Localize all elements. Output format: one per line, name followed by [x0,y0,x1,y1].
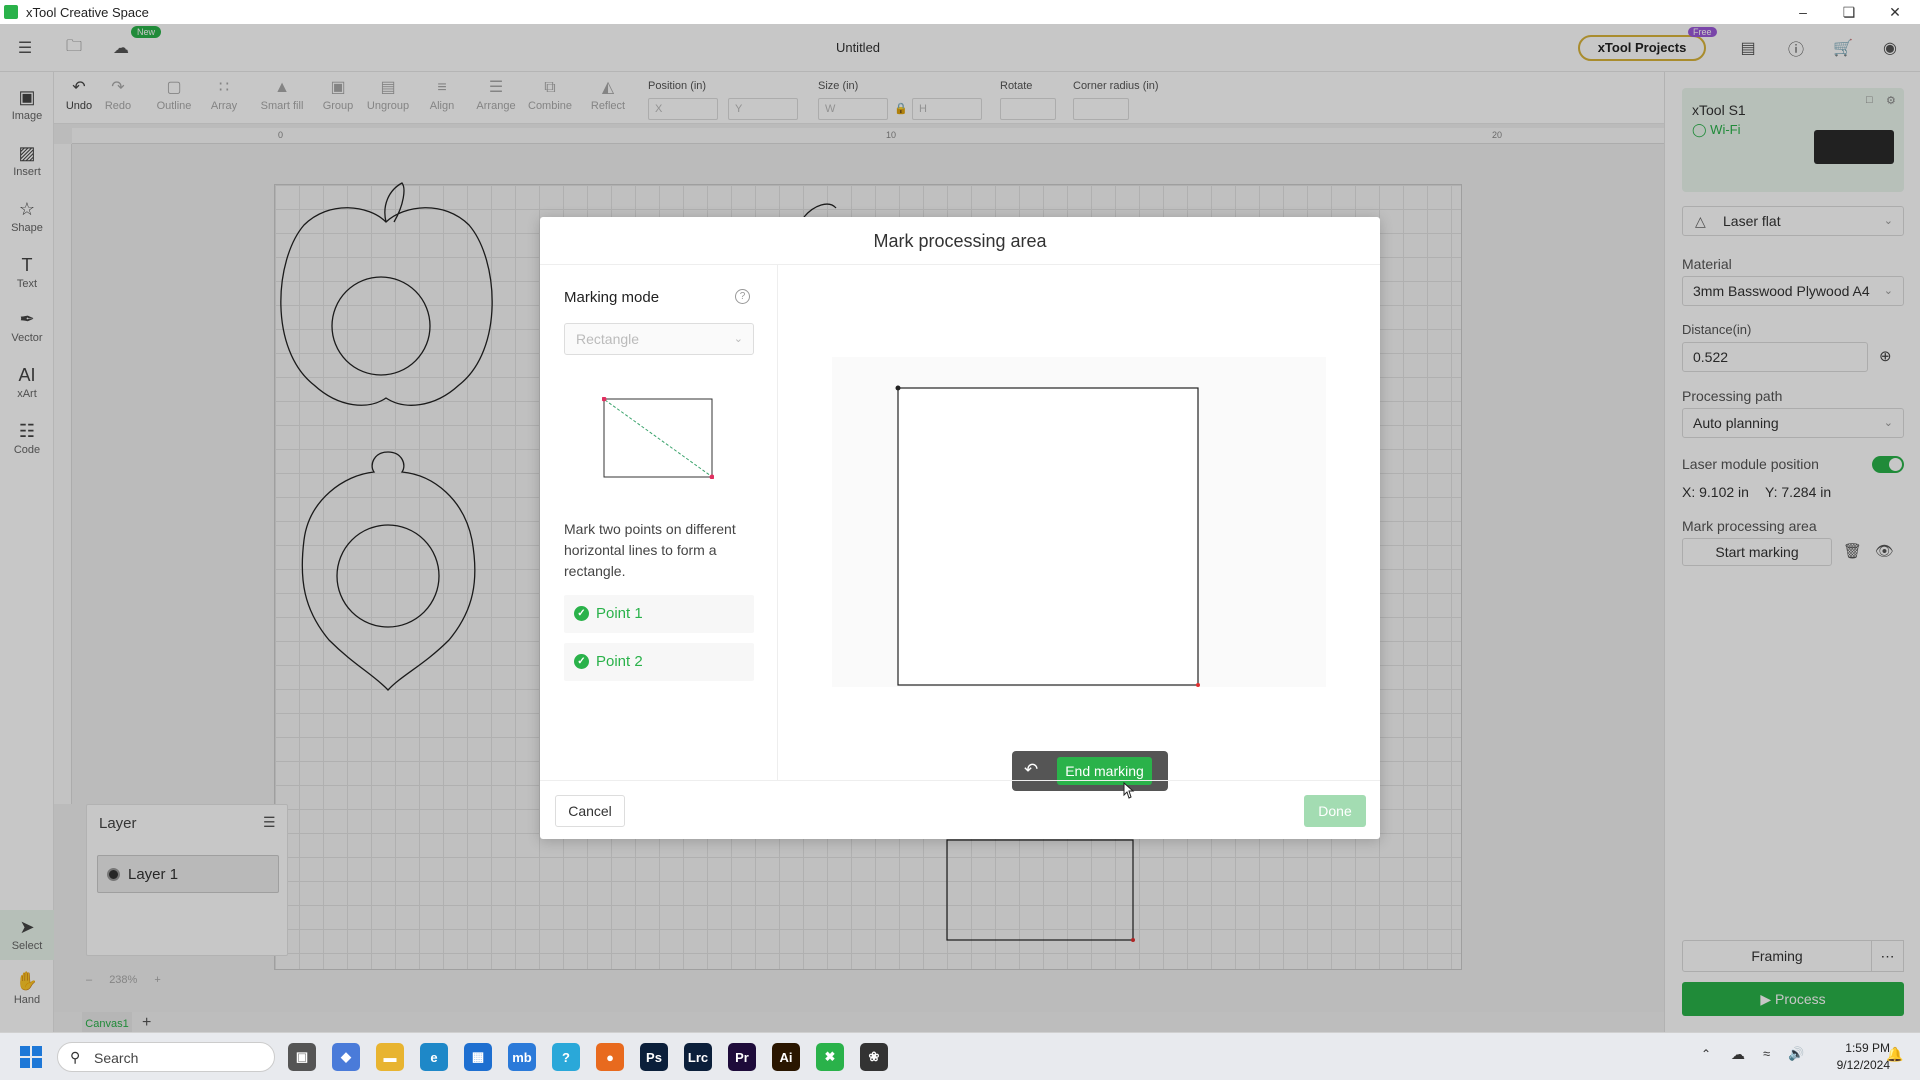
taskbar-illustrator-icon[interactable]: Ai [772,1043,800,1071]
clock-time[interactable]: 1:59 PM [1832,1041,1890,1055]
title-bar: xTool Creative Space – ❏ ✕ [0,0,1920,24]
wifi-icon[interactable]: ≈ [1763,1046,1770,1061]
taskbar-xtool-icon[interactable]: ✖ [816,1043,844,1071]
done-button[interactable]: Done [1304,795,1366,827]
taskbar-lightroom-classic-icon[interactable]: Lrc [684,1043,712,1071]
taskbar-task-view-icon[interactable]: ▣ [288,1043,316,1071]
notification-bell-icon[interactable]: 🔔 [1886,1046,1903,1063]
undo-point-icon[interactable]: ↶ [1024,760,1038,780]
preview-area[interactable] [832,357,1326,687]
taskbar-chatgpt-icon[interactable]: ❀ [860,1043,888,1071]
taskbar-store-icon[interactable]: ▦ [464,1043,492,1071]
search-placeholder: Search [94,1050,138,1066]
preview-rectangle [832,357,1326,687]
maximize-button[interactable]: ❏ [1826,0,1872,24]
taskbar-copilot-icon[interactable]: ◆ [332,1043,360,1071]
taskbar-file-explorer-icon[interactable]: ▬ [376,1043,404,1071]
taskbar: ⚲ Search ▣ ◆ ▬ e ▦ mb? ● Ps Lrc Pr Ai ✖ ❀ ⌃ ☁ ≈ 🔊 1:… [0,1032,1920,1080]
dialog-left-panel: Marking mode ? Rectangle ⌄ Mark two poin… [540,265,778,780]
xtool-logo-icon [4,5,18,19]
chevron-up-icon[interactable]: ⌃ [1701,1047,1711,1061]
cancel-button[interactable]: Cancel [555,795,625,827]
taskbar-app-blue-icon[interactable]: mb [508,1043,536,1071]
taskbar-app-help-icon[interactable]: ? [552,1043,580,1071]
point-1-row: ✓ Point 1 [564,595,754,633]
taskbar-edge-icon[interactable]: e [420,1043,448,1071]
taskbar-premiere-icon[interactable]: Pr [728,1043,756,1071]
dialog-title: Mark processing area [540,217,1380,265]
mark-processing-area-dialog: Mark processing area Marking mode ? Rect… [540,217,1380,839]
taskbar-photoshop-icon[interactable]: Ps [640,1043,668,1071]
minimize-button[interactable]: – [1780,0,1826,24]
marking-mode-select[interactable]: Rectangle ⌄ [564,323,754,355]
dialog-preview-panel: ↶ End marking [778,265,1380,780]
check-circle-icon: ✓ [574,606,589,621]
taskbar-firefox-icon[interactable]: ● [596,1043,624,1071]
rectangle-mode-illustration [602,397,714,479]
point-1-label: Point 1 [596,605,643,622]
point-2-label: Point 2 [596,653,643,670]
check-circle-icon: ✓ [574,654,589,669]
marking-mode-label: Marking mode [564,289,659,306]
volume-icon[interactable]: 🔊 [1788,1046,1804,1062]
clock-date[interactable]: 9/12/2024 [1832,1058,1890,1072]
dialog-footer: Cancel Done [540,780,1380,839]
onedrive-icon[interactable]: ☁ [1731,1046,1745,1063]
windows-start-icon[interactable] [20,1046,42,1068]
help-icon[interactable]: ? [735,289,750,304]
taskbar-search[interactable]: ⚲ Search [57,1042,275,1072]
search-icon: ⚲ [70,1049,80,1066]
app-title: xTool Creative Space [26,5,149,20]
marking-instruction: Mark two points on different horizontal … [564,519,764,582]
marking-mode-value: Rectangle [576,331,639,347]
point-2-row: ✓ Point 2 [564,643,754,681]
close-button[interactable]: ✕ [1872,0,1918,24]
chevron-down-icon: ⌄ [734,324,743,354]
